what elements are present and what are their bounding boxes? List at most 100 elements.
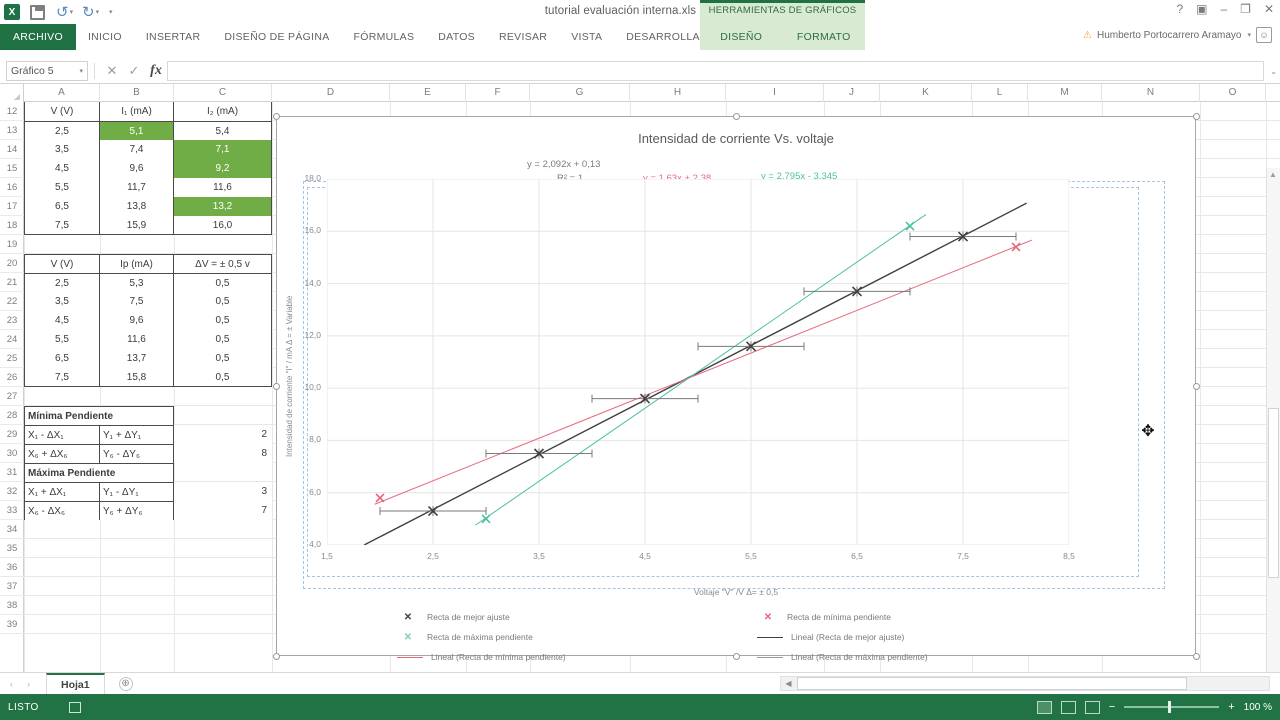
column-header-C[interactable]: C — [174, 84, 272, 102]
ribbon-tab-revisar[interactable]: REVISAR — [487, 24, 559, 50]
zoom-out-icon[interactable]: − — [1109, 701, 1115, 713]
scroll-left-icon[interactable]: ◀ — [781, 677, 796, 690]
cell-C12[interactable]: I₂ (mA) — [174, 102, 272, 121]
chevron-down-icon[interactable]: ▾ — [79, 67, 83, 75]
vertical-scrollbar[interactable]: ▲ — [1266, 168, 1280, 672]
cell-C20[interactable]: ΔV = ± 0,5 v — [174, 254, 272, 273]
column-header-K[interactable]: K — [880, 84, 972, 102]
cell-C21[interactable]: 0,5 — [174, 273, 272, 292]
column-header-O[interactable]: O — [1200, 84, 1266, 102]
cell-A13[interactable]: 2,5 — [24, 121, 100, 140]
chart-handle-nw[interactable] — [273, 113, 280, 120]
minimize-icon[interactable]: – — [1220, 2, 1227, 16]
cell-A23[interactable]: 4,5 — [24, 311, 100, 330]
cell-B29[interactable]: Y₁ + ΔY₁ — [100, 425, 174, 444]
row-header-18[interactable]: 18 — [0, 216, 24, 235]
cell-A15[interactable]: 4,5 — [24, 159, 100, 178]
cell-C30[interactable]: 8 — [174, 444, 272, 463]
cell-A21[interactable]: 2,5 — [24, 273, 100, 292]
prev-sheet-icon[interactable]: ‹ — [10, 679, 13, 689]
chart-handle-s[interactable] — [733, 653, 740, 660]
cell-A16[interactable]: 5,5 — [24, 178, 100, 197]
row-header-27[interactable]: 27 — [0, 387, 24, 406]
cell-A18[interactable]: 7,5 — [24, 216, 100, 235]
help-icon[interactable]: ? — [1176, 2, 1183, 16]
view-page-layout-button[interactable] — [1060, 700, 1076, 714]
ribbon-tab-archivo[interactable]: ARCHIVO — [0, 24, 76, 50]
row-header-21[interactable]: 21 — [0, 273, 24, 292]
row-header-20[interactable]: 20 — [0, 254, 24, 273]
cell-A22[interactable]: 3,5 — [24, 292, 100, 311]
cell-B26[interactable]: 15,8 — [100, 368, 174, 387]
cell-C22[interactable]: 0,5 — [174, 292, 272, 311]
column-header-I[interactable]: I — [726, 84, 824, 102]
cell-A17[interactable]: 6,5 — [24, 197, 100, 216]
row-header-31[interactable]: 31 — [0, 463, 24, 482]
cell-A30[interactable]: X₆ + ΔX₆ — [24, 444, 100, 463]
scroll-up-icon[interactable]: ▲ — [1269, 170, 1277, 179]
expand-formula-bar-icon[interactable]: ⌄ — [1270, 67, 1277, 76]
cell-B33[interactable]: Y₆ + ΔY₆ — [100, 501, 174, 520]
sheet-nav-arrows[interactable]: ‹ › — [10, 679, 30, 689]
formula-input[interactable] — [167, 60, 1264, 81]
column-header-N[interactable]: N — [1102, 84, 1200, 102]
row-header-35[interactable]: 35 — [0, 539, 24, 558]
cell-B15[interactable]: 9,6 — [100, 159, 174, 178]
view-normal-button[interactable] — [1036, 700, 1052, 714]
cell-B25[interactable]: 13,7 — [100, 349, 174, 368]
column-header-M[interactable]: M — [1028, 84, 1102, 102]
cell-C13[interactable]: 5,4 — [174, 121, 272, 140]
legend-item[interactable]: Lineal (Recta de mínima pendiente) — [397, 647, 737, 667]
column-header-A[interactable]: A — [24, 84, 100, 102]
select-all-corner[interactable] — [0, 84, 24, 102]
column-header-H[interactable]: H — [630, 84, 726, 102]
row-header-34[interactable]: 34 — [0, 520, 24, 539]
zoom-level-label[interactable]: 100 % — [1244, 702, 1272, 713]
cell-B20[interactable]: Ip (mA) — [100, 254, 174, 273]
cell-C29[interactable]: 2 — [174, 425, 272, 444]
row-header-19[interactable]: 19 — [0, 235, 24, 254]
cell-A31-maxima-pendiente[interactable]: Máxima Pendiente — [24, 463, 174, 482]
row-header-23[interactable]: 23 — [0, 311, 24, 330]
cell-B18[interactable]: 15,9 — [100, 216, 174, 235]
ribbon-tab-diseno-de-pagina[interactable]: DISEÑO DE PÁGINA — [212, 24, 341, 50]
row-header-17[interactable]: 17 — [0, 197, 24, 216]
sheet-tab-hoja1[interactable]: Hoja1 — [46, 673, 105, 694]
cell-C16[interactable]: 11,6 — [174, 178, 272, 197]
accept-formula-icon[interactable]: ✓ — [123, 63, 145, 79]
row-header-30[interactable]: 30 — [0, 444, 24, 463]
column-header-B[interactable]: B — [100, 84, 174, 102]
zoom-slider-knob[interactable] — [1168, 701, 1172, 713]
cell-B22[interactable]: 7,5 — [100, 292, 174, 311]
cell-A33[interactable]: X₆ - ΔX₆ — [24, 501, 100, 520]
ribbon-tab-datos[interactable]: DATOS — [426, 24, 487, 50]
row-header-24[interactable]: 24 — [0, 330, 24, 349]
zoom-slider[interactable] — [1124, 701, 1220, 713]
chart-object[interactable]: Intensidad de corriente Vs. voltaje y = … — [273, 113, 1200, 662]
account-avatar-icon[interactable]: ☺ — [1256, 27, 1272, 43]
cell-B32[interactable]: Y₁ - ΔY₁ — [100, 482, 174, 501]
horizontal-scrollbar[interactable]: ◀ — [780, 676, 1270, 691]
cell-B17[interactable]: 13,8 — [100, 197, 174, 216]
restore-icon[interactable]: ❐ — [1240, 2, 1251, 16]
chart-legend[interactable]: ✕ Recta de mejor ajuste ✕ Recta de mínima p… — [397, 607, 1097, 667]
cell-A25[interactable]: 6,5 — [24, 349, 100, 368]
ribbon-tab-formulas[interactable]: FÓRMULAS — [342, 24, 427, 50]
cell-B21[interactable]: 5,3 — [100, 273, 174, 292]
cell-C32[interactable]: 3 — [174, 482, 272, 501]
cell-C17[interactable]: 13,2 — [174, 197, 272, 216]
user-account-area[interactable]: ⚠ Humberto Portocarrero Aramayo ▾ ☺ — [1083, 27, 1272, 43]
ribbon-display-options-icon[interactable]: ▣ — [1196, 2, 1207, 16]
cell-A12[interactable]: V (V) — [24, 102, 100, 121]
horizontal-scroll-thumb[interactable] — [797, 677, 1187, 690]
chevron-down-icon[interactable]: ▾ — [1247, 31, 1251, 39]
close-icon[interactable]: ✕ — [1264, 2, 1274, 16]
row-header-28[interactable]: 28 — [0, 406, 24, 425]
row-header-39[interactable]: 39 — [0, 615, 24, 634]
ribbon-tab-vista[interactable]: VISTA — [559, 24, 614, 50]
cell-A20[interactable]: V (V) — [24, 254, 100, 273]
chart-title[interactable]: Intensidad de corriente Vs. voltaje — [277, 131, 1195, 146]
chart-handle-sw[interactable] — [273, 653, 280, 660]
cell-B16[interactable]: 11,7 — [100, 178, 174, 197]
trendline-equation-best-fit[interactable]: y = 2,092x + 0,13 — [527, 159, 600, 170]
